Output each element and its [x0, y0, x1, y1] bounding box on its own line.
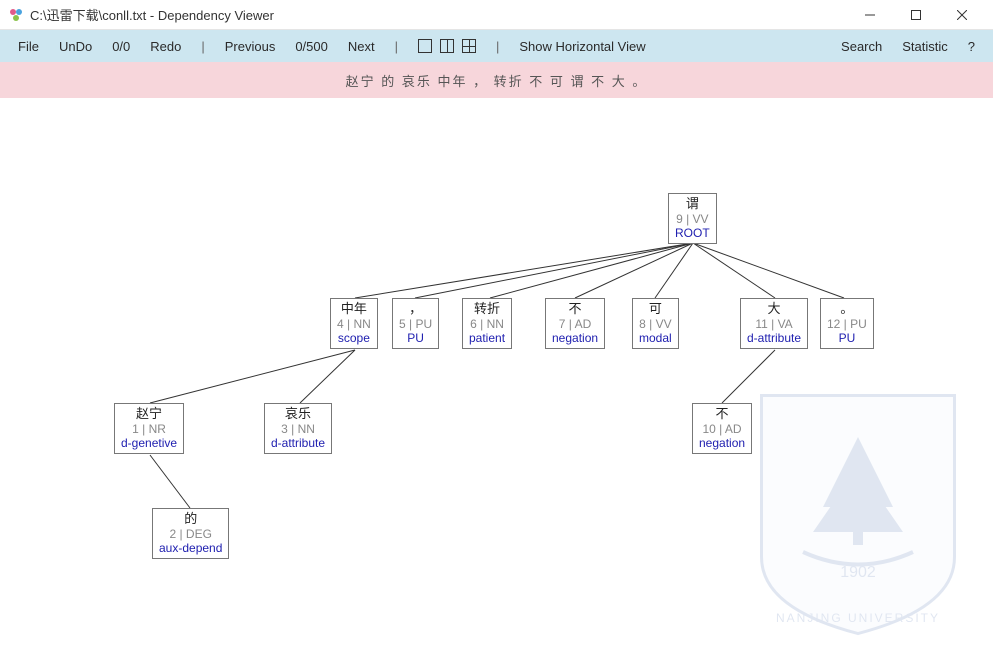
node-rel: d-attribute — [747, 331, 801, 345]
node-word: 。 — [827, 301, 867, 317]
watermark-name: NANJING UNIVERSITY — [776, 611, 940, 625]
window-title: C:\迅雷下载\conll.txt - Dependency Viewer — [30, 5, 274, 24]
node-word: 可 — [639, 301, 672, 317]
titlebar: C:\迅雷下载\conll.txt - Dependency Viewer — [0, 0, 993, 30]
node-pos: 4 | NN — [337, 317, 371, 331]
watermark-year: 1902 — [840, 564, 876, 581]
menu-statistic[interactable]: Statistic — [892, 39, 958, 54]
node-rel: ROOT — [675, 226, 710, 240]
close-button[interactable] — [939, 0, 985, 30]
node-pos: 3 | NN — [271, 422, 325, 436]
tree-node[interactable]: ， 5 | PU PU — [392, 298, 439, 349]
node-pos: 12 | PU — [827, 317, 867, 331]
tree-node[interactable]: 哀乐 3 | NN d-attribute — [264, 403, 332, 454]
node-word: 转折 — [469, 301, 505, 317]
maximize-button[interactable] — [893, 0, 939, 30]
menu-horizontal-view[interactable]: Show Horizontal View — [509, 39, 655, 54]
node-pos: 5 | PU — [399, 317, 432, 331]
sentence-bar: 赵宁 的 哀乐 中年 ， 转折 不 可 谓 不 大 。 — [0, 62, 993, 98]
tree-node[interactable]: 转折 6 | NN patient — [462, 298, 512, 349]
node-rel: negation — [699, 436, 745, 450]
node-word: 谓 — [675, 196, 710, 212]
node-pos: 11 | VA — [747, 317, 801, 331]
undo-count: 0/0 — [102, 39, 140, 54]
node-rel: patient — [469, 331, 505, 345]
node-word: 赵宁 — [121, 406, 177, 422]
node-pos: 2 | DEG — [159, 527, 222, 541]
view-icons — [408, 39, 486, 53]
node-rel: aux-depend — [159, 541, 222, 555]
sentence-text: 赵宁 的 哀乐 中年 ， 转折 不 可 谓 不 大 。 — [346, 71, 648, 90]
app-icon — [8, 7, 24, 23]
tree-node[interactable]: 不 10 | AD negation — [692, 403, 752, 454]
node-word: ， — [399, 301, 432, 317]
separator: | — [191, 39, 214, 54]
watermark-logo: 1902 NANJING UNIVERSITY — [743, 377, 973, 640]
node-word: 大 — [747, 301, 801, 317]
tree-edges — [0, 98, 993, 660]
node-pos: 8 | VV — [639, 317, 672, 331]
tree-node[interactable]: 的 2 | DEG aux-depend — [152, 508, 229, 559]
page-count: 0/500 — [285, 39, 338, 54]
node-pos: 1 | NR — [121, 422, 177, 436]
tree-node[interactable]: 赵宁 1 | NR d-genetive — [114, 403, 184, 454]
menu-search[interactable]: Search — [831, 39, 892, 54]
node-rel: d-genetive — [121, 436, 177, 450]
node-pos: 9 | VV — [675, 212, 710, 226]
node-pos: 6 | NN — [469, 317, 505, 331]
node-word: 哀乐 — [271, 406, 325, 422]
tree-canvas[interactable]: 1902 NANJING UNIVERSITY 谓 9 | VV RO — [0, 98, 993, 660]
window-controls — [847, 0, 985, 30]
view-single-icon[interactable] — [418, 39, 432, 53]
view-split-icon[interactable] — [440, 39, 454, 53]
node-pos: 7 | AD — [552, 317, 598, 331]
menu-help[interactable]: ? — [958, 39, 985, 54]
tree-node-root[interactable]: 谓 9 | VV ROOT — [668, 193, 717, 244]
menu-file[interactable]: File — [8, 39, 49, 54]
menu-next[interactable]: Next — [338, 39, 385, 54]
node-rel: PU — [399, 331, 432, 345]
tree-node[interactable]: 不 7 | AD negation — [545, 298, 605, 349]
node-rel: d-attribute — [271, 436, 325, 450]
menu-previous[interactable]: Previous — [215, 39, 286, 54]
node-rel: negation — [552, 331, 598, 345]
tree-node[interactable]: 。 12 | PU PU — [820, 298, 874, 349]
node-word: 的 — [159, 511, 222, 527]
menu-redo[interactable]: Redo — [140, 39, 191, 54]
node-rel: modal — [639, 331, 672, 345]
minimize-button[interactable] — [847, 0, 893, 30]
menu-undo[interactable]: UnDo — [49, 39, 102, 54]
separator: | — [486, 39, 509, 54]
toolbar: File UnDo 0/0 Redo | Previous 0/500 Next… — [0, 30, 993, 62]
tree-node[interactable]: 可 8 | VV modal — [632, 298, 679, 349]
node-rel: scope — [337, 331, 371, 345]
tree-node[interactable]: 中年 4 | NN scope — [330, 298, 378, 349]
separator: | — [385, 39, 408, 54]
node-pos: 10 | AD — [699, 422, 745, 436]
tree-node[interactable]: 大 11 | VA d-attribute — [740, 298, 808, 349]
view-grid-icon[interactable] — [462, 39, 476, 53]
node-word: 不 — [552, 301, 598, 317]
node-rel: PU — [827, 331, 867, 345]
node-word: 不 — [699, 406, 745, 422]
node-word: 中年 — [337, 301, 371, 317]
